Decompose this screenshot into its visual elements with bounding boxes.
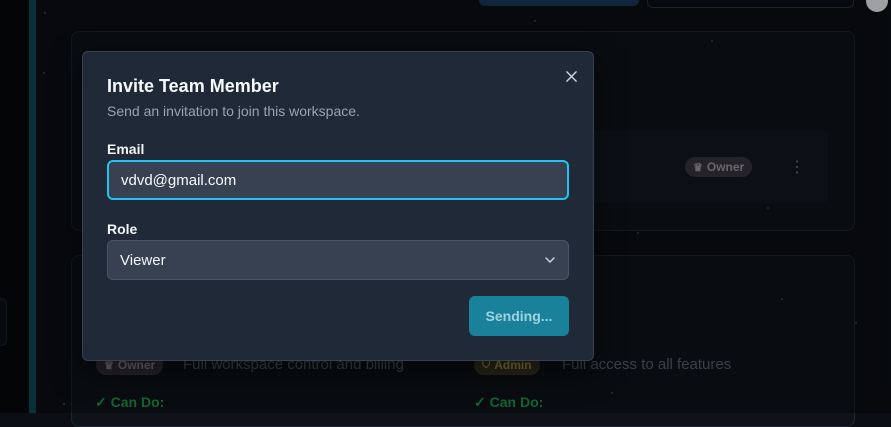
chevron-down-icon (545, 257, 555, 263)
email-field[interactable] (107, 160, 569, 200)
dialog-title: Invite Team Member (107, 76, 279, 96)
role-label: Role (107, 221, 138, 237)
role-select[interactable]: Viewer (107, 240, 569, 280)
dialog-subtitle: Send an invitation to join this workspac… (107, 103, 360, 119)
email-label: Email (107, 141, 145, 157)
role-selected-value: Viewer (120, 251, 166, 269)
send-invite-button[interactable]: Sending... (469, 296, 569, 336)
close-button[interactable] (561, 66, 581, 86)
close-icon (565, 70, 577, 82)
invite-member-dialog: Invite Team Member Send an invitation to… (82, 51, 594, 361)
